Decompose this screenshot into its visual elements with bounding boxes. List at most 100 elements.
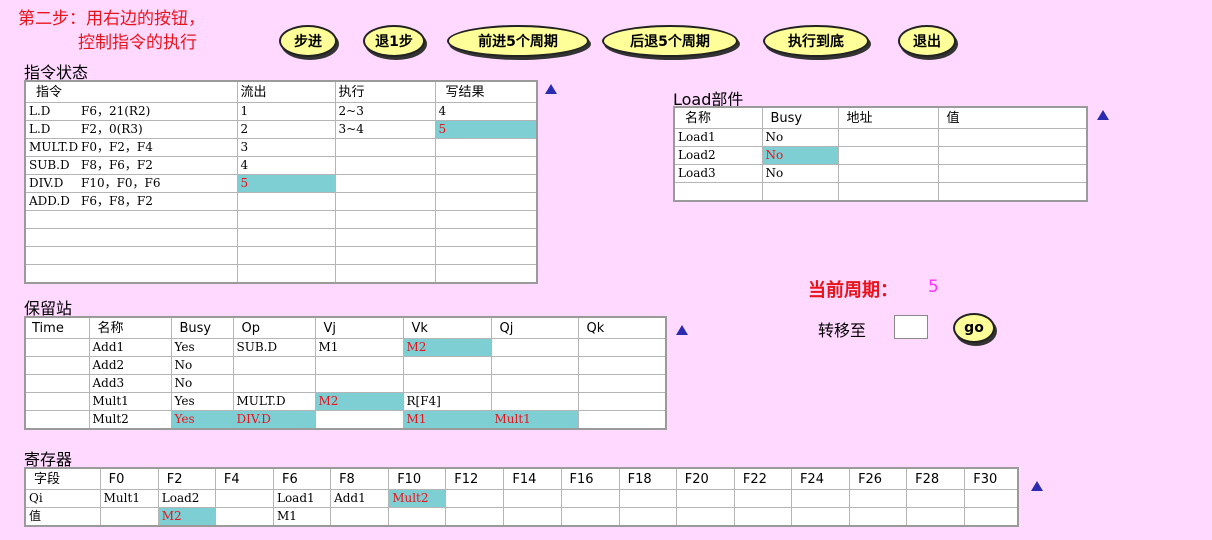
instruction-line2: 控制指令的执行 — [78, 33, 197, 53]
value-cell — [618, 507, 677, 527]
header-busy: Busy — [761, 106, 839, 129]
op: MULT.D — [29, 140, 79, 154]
table-header-row: 字段 F0 F2 F4 F6 F8 F10 F12 F14 F16 F18 F2… — [24, 467, 1019, 490]
header-register: F30 — [964, 467, 1019, 490]
write-cell — [434, 156, 538, 175]
time-cell — [24, 410, 90, 430]
vk-cell — [402, 374, 492, 393]
qi-cell — [560, 489, 620, 508]
value-row: 值 M2 M1 — [24, 507, 1019, 527]
op: L.D — [29, 122, 51, 136]
qi-cell: Load2 — [157, 489, 216, 508]
qi-cell — [733, 489, 792, 508]
value-cell — [733, 507, 792, 527]
header-register: F2 — [157, 467, 216, 490]
header-vk: Vk — [402, 316, 492, 339]
vk-cell: M1 — [402, 410, 492, 430]
forward-5-cycles-button[interactable]: 前进5个周期 — [447, 25, 589, 57]
busy-cell: No — [761, 128, 839, 147]
table-header-row: 名称 Busy 地址 值 — [673, 106, 1088, 129]
header-issue: 流出 — [236, 80, 336, 103]
exec-cell — [334, 174, 436, 193]
header-register: F24 — [790, 467, 851, 490]
header-value: 值 — [937, 106, 1088, 129]
header-op: Op — [232, 316, 316, 339]
scroll-up-arrow-icon[interactable] — [1097, 110, 1109, 120]
header-register: F22 — [733, 467, 792, 490]
name-cell: Mult1 — [88, 392, 172, 411]
header-register: F16 — [560, 467, 620, 490]
write-cell: 4 — [434, 102, 538, 121]
run-to-end-button[interactable]: 执行到底 — [763, 25, 869, 57]
value-cell — [937, 128, 1088, 147]
qi-row: Qi Mult1 Load2 Load1 Add1 Mult2 — [24, 489, 1019, 508]
header-register: F4 — [214, 467, 274, 490]
header-register: F28 — [906, 467, 966, 490]
op: ADD.D — [29, 194, 70, 208]
vk-cell: R[F4] — [402, 392, 492, 411]
op: SUB.D — [29, 158, 70, 172]
op-cell: SUB.D — [232, 338, 316, 357]
step-button[interactable]: 步进 — [279, 25, 337, 57]
qi-cell — [790, 489, 851, 508]
issue-cell: 1 — [236, 102, 336, 121]
back-one-step-button[interactable]: 退1步 — [363, 25, 425, 57]
time-cell — [24, 374, 90, 393]
scroll-up-arrow-icon[interactable] — [545, 84, 557, 94]
empty-row — [673, 182, 1088, 202]
write-cell — [434, 138, 538, 157]
qi-cell — [503, 489, 562, 508]
header-register: F0 — [99, 467, 159, 490]
vj-cell — [314, 356, 404, 375]
op: L.D — [29, 104, 51, 118]
reservation-stations-table: Time 名称 Busy Op Vj Vk Qj Qk Add1 Yes SUB… — [24, 316, 667, 430]
empty-row — [24, 228, 538, 247]
value-cell — [503, 507, 562, 527]
op-cell: MULT.D — [232, 392, 316, 411]
empty-row — [24, 246, 538, 265]
value-cell — [937, 146, 1088, 165]
header-register: F14 — [503, 467, 562, 490]
qi-cell: Mult2 — [388, 489, 447, 508]
qk-cell — [577, 338, 667, 357]
table-row: L.D F2，0(R3) 2 3~4 5 — [24, 120, 538, 139]
exit-button[interactable]: 退出 — [898, 25, 956, 57]
goto-cycle-input[interactable] — [894, 315, 928, 339]
value-cell — [906, 507, 966, 527]
op: DIV.D — [29, 176, 64, 190]
back-5-cycles-button[interactable]: 后退5个周期 — [602, 25, 738, 57]
qk-cell — [577, 356, 667, 375]
qj-cell — [490, 356, 579, 375]
value-cell — [675, 507, 735, 527]
scroll-up-arrow-icon[interactable] — [1031, 481, 1043, 491]
header-register: F6 — [272, 467, 332, 490]
table-row: SUB.D F8，F6，F2 4 — [24, 156, 538, 175]
name-cell: Add2 — [88, 356, 172, 375]
qi-cell — [445, 489, 505, 508]
qi-cell: Mult1 — [99, 489, 159, 508]
value-cell — [445, 507, 505, 527]
qi-cell: Load1 — [272, 489, 332, 508]
instruction-cell: L.D F6，21(R2) — [24, 102, 238, 121]
go-button[interactable]: go — [953, 313, 995, 343]
vj-cell — [314, 410, 404, 430]
busy-cell: No — [170, 374, 234, 393]
table-row: Add1 Yes SUB.D M1 M2 — [24, 338, 667, 357]
busy-cell: No — [761, 164, 839, 183]
scroll-up-arrow-icon[interactable] — [676, 325, 688, 335]
row-label: Qi — [24, 489, 101, 508]
value-cell — [388, 507, 447, 527]
current-cycle-label: 当前周期： — [808, 280, 898, 301]
vk-cell: M2 — [402, 338, 492, 357]
qi-cell — [849, 489, 908, 508]
header-register: F26 — [849, 467, 908, 490]
table-row: ADD.D F6，F8，F2 — [24, 192, 538, 211]
qi-cell — [675, 489, 735, 508]
value-cell — [214, 507, 274, 527]
header-register: F12 — [445, 467, 505, 490]
value-cell — [99, 507, 159, 527]
exec-cell — [334, 156, 436, 175]
header-write-result: 写结果 — [434, 80, 538, 103]
busy-cell: Yes — [170, 392, 234, 411]
qi-cell — [964, 489, 1019, 508]
